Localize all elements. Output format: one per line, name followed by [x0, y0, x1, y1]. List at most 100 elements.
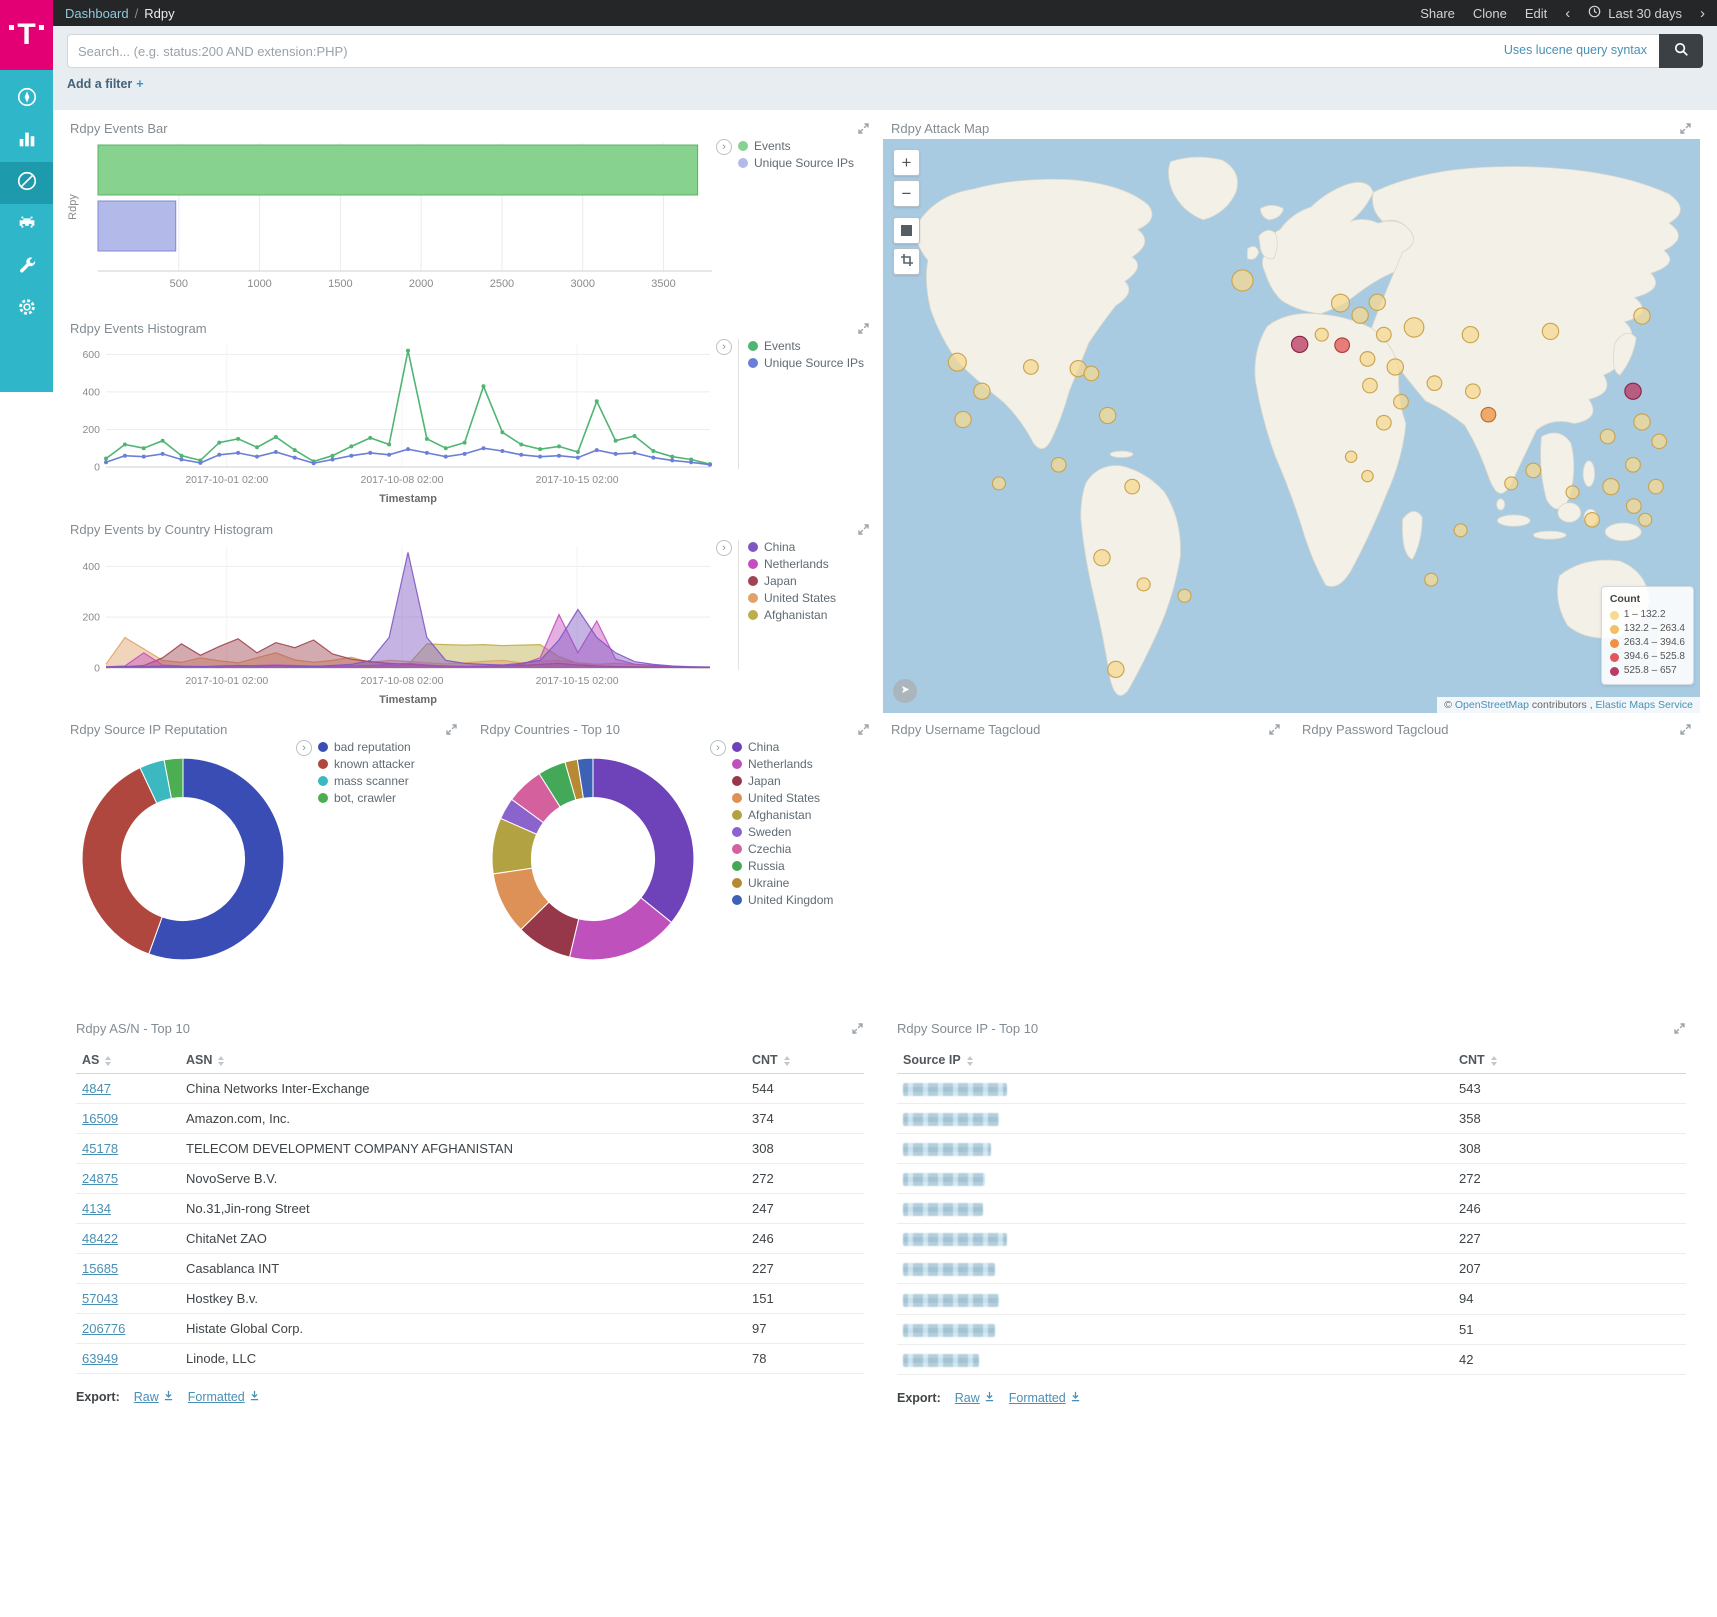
expand-icon[interactable]	[857, 523, 870, 536]
map-marker[interactable]	[1649, 479, 1664, 494]
donut-slice[interactable]	[593, 758, 694, 922]
column-header-source-ip[interactable]: Source IP	[897, 1047, 1453, 1074]
map-marker[interactable]	[955, 411, 971, 427]
map-marker[interactable]	[1462, 327, 1478, 343]
edit-button[interactable]: Edit	[1525, 6, 1547, 21]
expand-icon[interactable]	[445, 723, 458, 736]
openstreetmap-link[interactable]: OpenStreetMap	[1455, 699, 1529, 711]
map-marker[interactable]	[1454, 524, 1467, 537]
map-marker[interactable]	[974, 383, 990, 399]
map-marker[interactable]	[1108, 661, 1124, 677]
legend-toggle-icon[interactable]: ›	[716, 339, 732, 355]
map-marker[interactable]	[1315, 328, 1328, 341]
expand-icon[interactable]	[857, 723, 870, 736]
expand-icon[interactable]	[1679, 122, 1692, 135]
sidebar-item-visualize[interactable]	[0, 120, 53, 162]
export-formatted-link[interactable]: Formatted	[188, 1390, 260, 1404]
elastic-maps-link[interactable]: Elastic Maps Service	[1596, 699, 1693, 711]
legend-item[interactable]: China	[748, 540, 836, 554]
legend-item[interactable]: bad reputation	[318, 740, 415, 754]
as-number-link[interactable]: 16509	[82, 1111, 118, 1126]
map-marker[interactable]	[1362, 470, 1373, 481]
world-map[interactable]: + − Count 1 – 132.2132.2 – 263.4263.4 – …	[883, 139, 1700, 713]
legend-item[interactable]: Afghanistan	[732, 808, 833, 822]
as-number-link[interactable]: 4134	[82, 1201, 111, 1216]
map-marker[interactable]	[1084, 366, 1099, 381]
map-marker[interactable]	[1652, 434, 1667, 449]
add-filter-plus-icon[interactable]: +	[136, 77, 143, 91]
map-marker[interactable]	[1387, 359, 1403, 375]
legend-item[interactable]: Events	[748, 339, 864, 353]
map-marker[interactable]	[1292, 336, 1308, 352]
time-picker[interactable]: Last 30 days	[1588, 5, 1682, 21]
map-marker[interactable]	[1626, 458, 1641, 473]
legend-item[interactable]: Ukraine	[732, 876, 833, 890]
map-marker[interactable]	[1425, 573, 1438, 586]
legend-toggle-icon[interactable]: ›	[716, 540, 732, 556]
map-marker[interactable]	[1363, 378, 1378, 393]
map-marker[interactable]	[1600, 429, 1615, 444]
legend-item[interactable]: Afghanistan	[748, 608, 836, 622]
search-input[interactable]	[67, 34, 1659, 68]
map-marker[interactable]	[1427, 376, 1442, 391]
map-marker[interactable]	[1394, 394, 1409, 409]
expand-icon[interactable]	[851, 1022, 864, 1035]
legend-item[interactable]: United States	[748, 591, 836, 605]
as-number-link[interactable]: 48422	[82, 1231, 118, 1246]
map-marker[interactable]	[1335, 338, 1350, 353]
map-marker[interactable]	[1526, 463, 1541, 478]
countries-donut-chart[interactable]	[482, 748, 704, 970]
legend-item[interactable]: Japan	[732, 774, 833, 788]
legend-toggle-icon[interactable]: ›	[296, 740, 312, 756]
map-marker[interactable]	[1404, 318, 1424, 337]
legend-item[interactable]: United States	[732, 791, 833, 805]
clone-button[interactable]: Clone	[1473, 6, 1507, 21]
sidebar-item-discover[interactable]	[0, 78, 53, 120]
as-number-link[interactable]: 45178	[82, 1141, 118, 1156]
export-formatted-link[interactable]: Formatted	[1009, 1391, 1081, 1405]
legend-item[interactable]: known attacker	[318, 757, 415, 771]
map-marker[interactable]	[1024, 360, 1039, 375]
map-marker[interactable]	[1094, 550, 1110, 566]
as-number-link[interactable]: 4847	[82, 1081, 111, 1096]
map-marker[interactable]	[1505, 477, 1518, 490]
expand-icon[interactable]	[1679, 723, 1692, 736]
map-marker[interactable]	[1634, 308, 1650, 324]
column-header-cnt[interactable]: CNT	[746, 1047, 864, 1074]
legend-item[interactable]: Events	[738, 139, 854, 153]
column-header-cnt[interactable]: CNT	[1453, 1047, 1686, 1074]
map-marker[interactable]	[1466, 384, 1481, 399]
map-marker[interactable]	[1051, 458, 1066, 473]
legend-item[interactable]: Czechia	[732, 842, 833, 856]
expand-icon[interactable]	[1673, 1022, 1686, 1035]
zoom-in-button[interactable]: +	[893, 149, 920, 176]
as-number-link[interactable]: 57043	[82, 1291, 118, 1306]
time-range-label[interactable]: Last 30 days	[1608, 6, 1682, 21]
map-marker[interactable]	[1639, 513, 1652, 526]
map-marker[interactable]	[1625, 383, 1641, 399]
as-number-link[interactable]: 206776	[82, 1321, 125, 1336]
map-marker[interactable]	[1178, 589, 1191, 602]
add-filter-link[interactable]: Add a filter	[67, 77, 132, 91]
legend-item[interactable]: United Kingdom	[732, 893, 833, 907]
legend-item[interactable]: bot, crawler	[318, 791, 415, 805]
zoom-out-button[interactable]: −	[893, 180, 920, 207]
tmobile-logo[interactable]: T	[0, 0, 53, 70]
legend-item[interactable]: Sweden	[732, 825, 833, 839]
map-marker[interactable]	[1125, 479, 1140, 494]
draw-rectangle-button[interactable]	[893, 248, 920, 275]
column-header-as[interactable]: AS	[76, 1047, 180, 1074]
expand-icon[interactable]	[857, 122, 870, 135]
legend-toggle-icon[interactable]: ›	[716, 139, 732, 155]
legend-item[interactable]: Unique Source IPs	[748, 356, 864, 370]
sidebar-item-dashboard[interactable]	[0, 162, 53, 204]
map-marker[interactable]	[1566, 486, 1579, 499]
time-back-button[interactable]: ‹	[1565, 6, 1570, 21]
reputation-donut-chart[interactable]	[72, 748, 294, 970]
sidebar-item-management[interactable]	[0, 288, 53, 330]
map-marker[interactable]	[1332, 294, 1350, 312]
legend-item[interactable]: Unique Source IPs	[738, 156, 854, 170]
map-marker[interactable]	[1137, 578, 1150, 591]
column-header-asn[interactable]: ASN	[180, 1047, 746, 1074]
legend-item[interactable]: mass scanner	[318, 774, 415, 788]
